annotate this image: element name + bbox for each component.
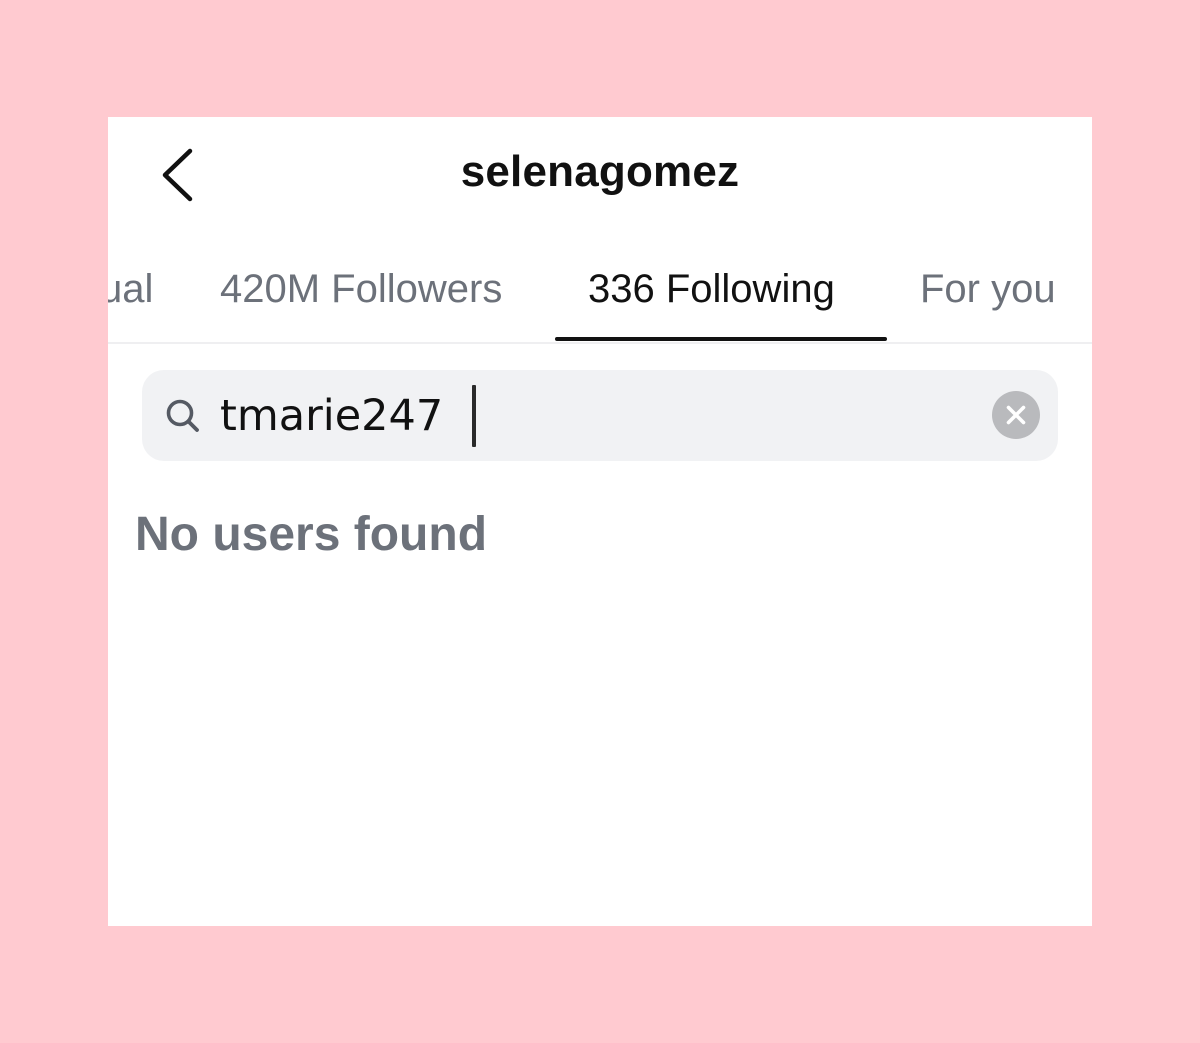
tab-label: 336 Following	[588, 267, 835, 311]
tab-for-you[interactable]: For you	[920, 257, 1056, 340]
clear-x-icon	[1006, 405, 1026, 425]
tab-mutual[interactable]: ual	[108, 257, 153, 340]
text-cursor	[472, 385, 476, 447]
page-title: selenagomez	[460, 147, 740, 196]
search-icon	[166, 399, 199, 432]
search-input[interactable]	[220, 378, 960, 453]
empty-state-message: No users found	[135, 508, 488, 561]
search-bar	[142, 370, 1058, 461]
tab-following[interactable]: 336 Following	[588, 257, 835, 340]
tab-label: For you	[920, 267, 1056, 311]
tab-label: ual	[108, 267, 154, 311]
tab-bar: ual 420M Followers 336 Following For you	[108, 257, 1092, 344]
clear-search-button[interactable]	[992, 391, 1040, 439]
active-tab-indicator	[555, 337, 887, 341]
tab-followers[interactable]: 420M Followers	[220, 257, 502, 340]
following-list-panel: selenagomez ual 420M Followers 336 Follo…	[108, 117, 1092, 926]
tab-label: 420M Followers	[220, 267, 503, 311]
